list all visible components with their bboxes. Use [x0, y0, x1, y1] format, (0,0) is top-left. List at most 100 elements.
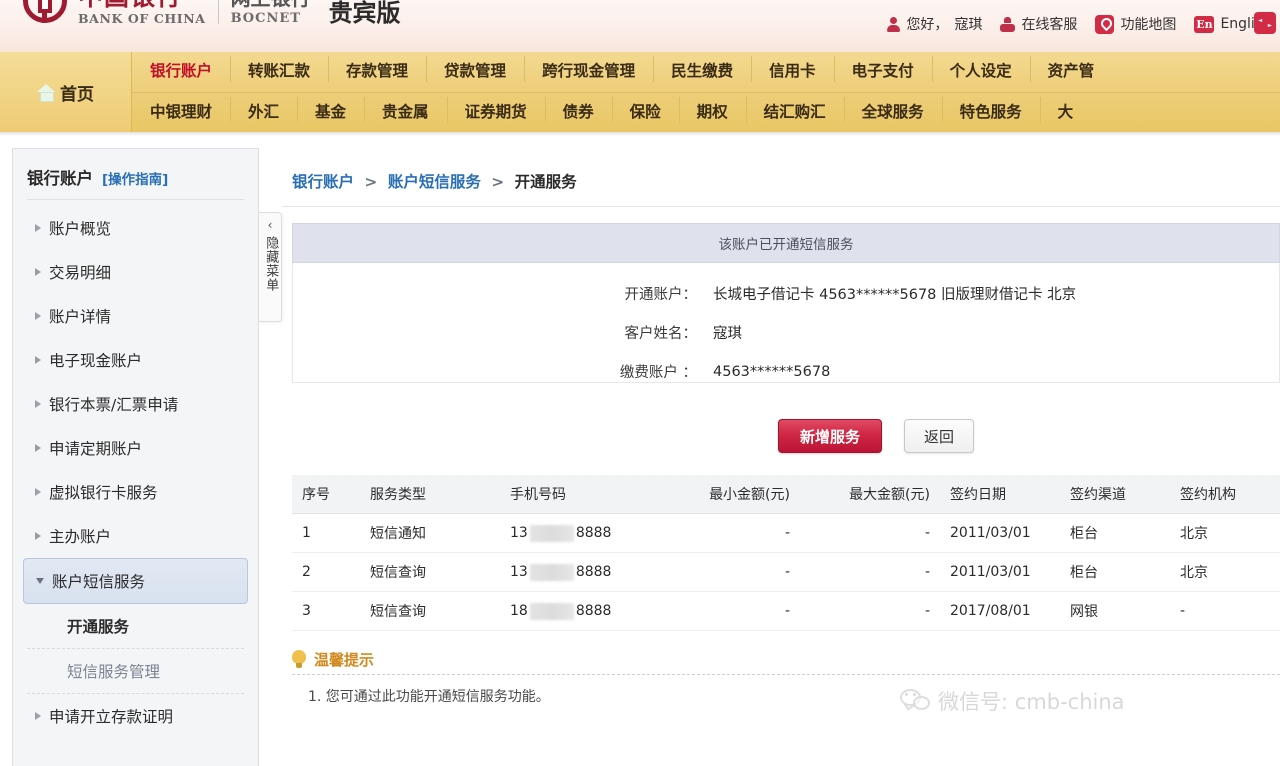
- sidebar-item-draft-application[interactable]: 银行本票/汇票申请: [13, 382, 258, 426]
- phone-prefix: 13: [510, 525, 528, 541]
- info-value-payment-account: 4563******5678: [713, 363, 831, 380]
- chevron-right-icon: [35, 400, 41, 408]
- cell-sign-date: 2011/03/01: [940, 552, 1060, 592]
- operation-guide-link[interactable]: [操作指南]: [102, 168, 168, 188]
- table-row[interactable]: 2 短信查询 13 8888 - - 2011/03/01 柜台 北京: [292, 552, 1280, 592]
- nav-item-personal-settings[interactable]: 个人设定: [931, 56, 1030, 82]
- sidebar-item-deposit-certificate[interactable]: 申请开立存款证明: [13, 694, 258, 738]
- nav-item-options[interactable]: 期权: [678, 96, 746, 122]
- info-label: 开通账户：: [624, 287, 698, 303]
- account-info-panel: 开通账户： 长城电子借记卡 4563******5678 旧版理财借记卡 北京 …: [292, 263, 1280, 383]
- cell-seq: 2: [292, 552, 360, 592]
- status-banner-text: 该账户已开通短信服务: [718, 237, 854, 253]
- cell-seq: 3: [292, 591, 360, 631]
- nav-item-global-service[interactable]: 全球服务: [843, 96, 942, 122]
- phone-suffix: 8888: [575, 603, 612, 619]
- info-row-open-account: 开通账户： 长城电子借记卡 4563******5678 旧版理财借记卡 北京: [293, 283, 1279, 304]
- nav-item-fund[interactable]: 基金: [297, 96, 364, 122]
- nav-item-insurance[interactable]: 保险: [611, 96, 679, 122]
- back-button[interactable]: 返回: [904, 419, 974, 453]
- chevron-down-icon: [36, 578, 44, 584]
- sidebar-item-label: 虚拟银行卡服务: [49, 484, 158, 502]
- language-badge-icon: En: [1194, 15, 1215, 33]
- col-phone: 手机号码: [500, 475, 670, 514]
- tips-item-1: 1. 您可通过此功能开通短信服务功能。: [308, 689, 550, 705]
- status-banner: 该账户已开通短信服务: [292, 223, 1280, 263]
- cell-min-amount: -: [670, 513, 800, 553]
- nav-home-label: 首页: [60, 84, 94, 105]
- service-table-wrapper: 序号 服务类型 手机号码 最小金额(元) 最大金额(元) 签约日期 签约渠道 签…: [292, 475, 1280, 631]
- info-value-open-account: 长城电子借记卡 4563******5678 旧版理财借记卡 北京: [713, 287, 1077, 303]
- table-row[interactable]: 1 短信通知 13 8888 - - 2011/03/01 柜台 北京: [292, 513, 1280, 553]
- nav-item-loan[interactable]: 贷款管理: [426, 56, 524, 82]
- home-icon: [37, 84, 55, 102]
- nav-item-cash-management[interactable]: 跨行现金管理: [524, 56, 653, 82]
- breadcrumb-item-2[interactable]: 账户短信服务: [388, 173, 481, 191]
- function-map-label: 功能地图: [1120, 17, 1177, 33]
- sidebar-item-label: 账户概览: [49, 220, 112, 238]
- nav-item-bond[interactable]: 债券: [544, 96, 612, 122]
- chevron-right-icon: [35, 712, 41, 720]
- chevron-right-icon: [35, 488, 41, 496]
- cell-service-type: 短信通知: [360, 513, 500, 553]
- add-service-button[interactable]: 新增服务: [778, 419, 882, 453]
- breadcrumb-separator: >: [364, 173, 378, 191]
- sidebar-item-account-details[interactable]: 账户详情: [13, 294, 258, 338]
- sidebar-item-label: 账户详情: [49, 308, 112, 326]
- nav-item-settlement[interactable]: 结汇购汇: [745, 96, 844, 122]
- headset-icon: [1000, 16, 1016, 32]
- brand-name-en: BANK OF CHINA: [78, 11, 206, 26]
- breadcrumb-item-1[interactable]: 银行账户: [292, 173, 354, 191]
- sidebar-item-label: 银行本票/汇票申请: [49, 396, 179, 414]
- cell-min-amount: -: [670, 591, 800, 631]
- nav-item-deposit[interactable]: 存款管理: [328, 56, 426, 82]
- cell-institution: 北京: [1170, 513, 1280, 553]
- nav-item-securities-futures[interactable]: 证券期货: [446, 96, 545, 122]
- tips-divider: [292, 674, 1280, 675]
- sidebar-subitem-open-service[interactable]: 开通服务: [27, 604, 244, 649]
- nav-item-forex[interactable]: 外汇: [230, 96, 297, 122]
- table-row[interactable]: 3 短信查询 18 8888 - - 2017/08/01 网银 -: [292, 591, 1280, 631]
- nav-item-bank-account[interactable]: 银行账户: [132, 63, 230, 80]
- nav-item-boc-wealth[interactable]: 中银理财: [132, 104, 230, 121]
- tips-section: 温馨提示 1. 您可通过此功能开通短信服务功能。: [292, 649, 1280, 706]
- nav-item-featured-service[interactable]: 特色服务: [941, 96, 1040, 122]
- chevron-right-icon: [35, 312, 41, 320]
- sidebar-subitem-sms-management[interactable]: 短信服务管理: [27, 649, 244, 694]
- sidebar-item-virtual-card-service[interactable]: 虚拟银行卡服务: [13, 470, 258, 514]
- col-min-amount: 最小金额(元): [670, 475, 800, 514]
- col-seq: 序号: [292, 475, 360, 514]
- nav-item-transfer[interactable]: 转账汇款: [230, 56, 328, 82]
- nav-row-primary: 银行账户 转账汇款 存款管理 贷款管理 跨行现金管理 民生缴费 信用卡 电子支付…: [132, 52, 1280, 93]
- nav-item-more[interactable]: 大: [1039, 96, 1092, 122]
- main-navigation: 首页 银行账户 转账汇款 存款管理 贷款管理 跨行现金管理 民生缴费 信用卡 电…: [0, 52, 1280, 132]
- col-channel: 签约渠道: [1060, 475, 1170, 514]
- font-resize-button[interactable]: [1254, 12, 1276, 38]
- nav-home-button[interactable]: 首页: [0, 52, 132, 132]
- sidebar-item-label: 申请定期账户: [49, 440, 143, 458]
- function-map-link[interactable]: 功能地图: [1086, 14, 1185, 34]
- sidebar-title: 银行账户 [操作指南]: [13, 149, 258, 199]
- product-name-en: BOCNET: [230, 11, 301, 26]
- user-name: 寇琪: [954, 17, 983, 33]
- sidebar-item-time-deposit-application[interactable]: 申请定期账户: [13, 426, 258, 470]
- sidebar-item-account-sms-service[interactable]: 账户短信服务: [23, 558, 248, 604]
- nav-item-e-payment[interactable]: 电子支付: [833, 56, 932, 82]
- sidebar-item-e-cash-account[interactable]: 电子现金账户: [13, 338, 258, 382]
- nav-item-credit-card[interactable]: 信用卡: [751, 56, 834, 82]
- nav-item-precious-metal[interactable]: 贵金属: [364, 96, 447, 122]
- tips-title: 温馨提示: [314, 651, 375, 669]
- sidebar-item-primary-account[interactable]: 主办账户: [13, 514, 258, 558]
- breadcrumb-separator: >: [491, 173, 505, 191]
- hide-menu-toggle[interactable]: ‹ 隐藏菜单: [259, 212, 282, 322]
- nav-item-asset-management[interactable]: 资产管: [1029, 56, 1113, 82]
- online-service-link[interactable]: 在线客服: [991, 14, 1086, 34]
- nav-item-utility-payment[interactable]: 民生缴费: [653, 56, 751, 82]
- phone-masked-region: [529, 563, 574, 581]
- sidebar-item-transaction-details[interactable]: 交易明细: [13, 250, 258, 294]
- bank-logo[interactable]: 中国银行 BANK OF CHINA 网上银行 BOCNET 贵宾版: [20, 0, 401, 26]
- user-greeting: 您好， 寇琪: [878, 14, 991, 34]
- sidebar-item-label: 账户短信服务: [52, 573, 146, 591]
- cell-institution: -: [1170, 591, 1280, 631]
- sidebar-item-account-overview[interactable]: 账户概览: [13, 206, 258, 250]
